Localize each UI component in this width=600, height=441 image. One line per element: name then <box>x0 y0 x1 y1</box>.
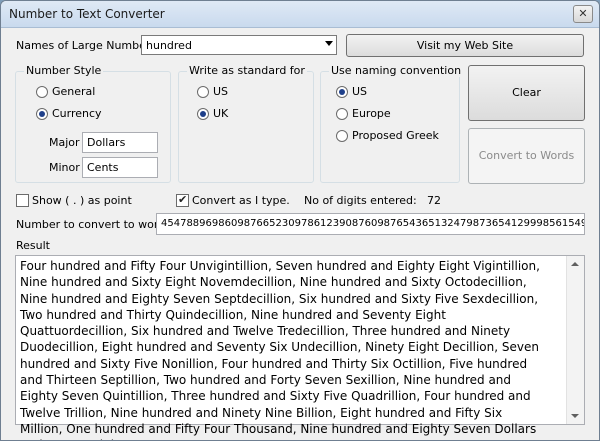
result-label: Result <box>16 239 50 252</box>
digits-entered-value: 72 <box>427 194 441 207</box>
convert-as-type-label: Convert as I type. <box>192 194 290 207</box>
number-style-title: Number Style <box>24 64 104 77</box>
convert-as-type-checkbox[interactable]: ✔ <box>176 193 189 207</box>
chevron-down-icon[interactable] <box>325 41 333 46</box>
radio-naming-europe[interactable] <box>336 108 348 120</box>
title-bar[interactable]: Number to Text Converter ✕ <box>1 1 599 28</box>
radio-general-label: General <box>52 85 96 98</box>
large-numbers-label: Names of Large Numbers <box>16 39 157 52</box>
scroll-down-icon[interactable] <box>571 414 579 418</box>
radio-currency[interactable] <box>36 108 48 120</box>
clear-button[interactable]: Clear <box>468 65 585 121</box>
number-input-value: 4547889698609876652309786123908760987654… <box>161 218 585 229</box>
result-textarea[interactable]: Four hundred and Fifty Four Unvigintilli… <box>15 255 585 440</box>
radio-currency-label: Currency <box>52 107 102 120</box>
minor-label: Minor <box>49 161 80 174</box>
radio-selected-dot <box>339 89 345 95</box>
show-point-label: Show ( . ) as point <box>32 194 132 207</box>
radio-selected-dot <box>39 111 45 117</box>
radio-selected-dot <box>200 111 206 117</box>
checkmark-icon: ✔ <box>178 193 188 206</box>
radio-naming-us-label: US <box>352 85 368 98</box>
radio-naming-us[interactable] <box>336 86 348 98</box>
visit-website-button[interactable]: Visit my Web Site <box>346 34 584 57</box>
large-numbers-dropdown[interactable]: hundred <box>141 35 337 55</box>
minor-value: Cents <box>87 161 119 174</box>
major-value: Dollars <box>87 136 126 149</box>
radio-standard-uk-label: UK <box>213 107 229 120</box>
result-text: Four hundred and Fifty Four Unvigintilli… <box>20 259 540 440</box>
major-label: Major <box>49 136 80 149</box>
large-numbers-value: hundred <box>146 39 192 52</box>
radio-standard-us[interactable] <box>197 86 209 98</box>
number-input[interactable]: 4547889698609876652309786123908760987654… <box>156 213 585 235</box>
radio-general[interactable] <box>36 86 48 98</box>
radio-standard-uk[interactable] <box>197 108 209 120</box>
major-input[interactable]: Dollars <box>82 132 158 153</box>
number-input-label: Number to convert to words: <box>16 218 175 231</box>
radio-naming-europe-label: Europe <box>352 107 391 120</box>
digits-entered-label: No of digits entered: <box>304 194 417 207</box>
convert-to-words-button[interactable]: Convert to Words <box>468 128 585 184</box>
radio-naming-greek[interactable] <box>336 130 348 142</box>
converter-window: Number to Text Converter ✕ Names of Larg… <box>0 0 600 441</box>
radio-naming-greek-label: Proposed Greek <box>352 129 439 142</box>
show-point-checkbox[interactable] <box>16 194 29 207</box>
write-standard-title: Write as standard for <box>187 64 307 77</box>
result-scrollbar[interactable] <box>566 256 584 424</box>
radio-standard-us-label: US <box>213 85 229 98</box>
close-icon[interactable]: ✕ <box>573 5 593 23</box>
window-title: Number to Text Converter <box>9 7 165 21</box>
minor-input[interactable]: Cents <box>82 157 158 178</box>
scroll-up-icon[interactable] <box>571 262 579 266</box>
naming-convention-title: Use naming convention <box>329 64 464 77</box>
